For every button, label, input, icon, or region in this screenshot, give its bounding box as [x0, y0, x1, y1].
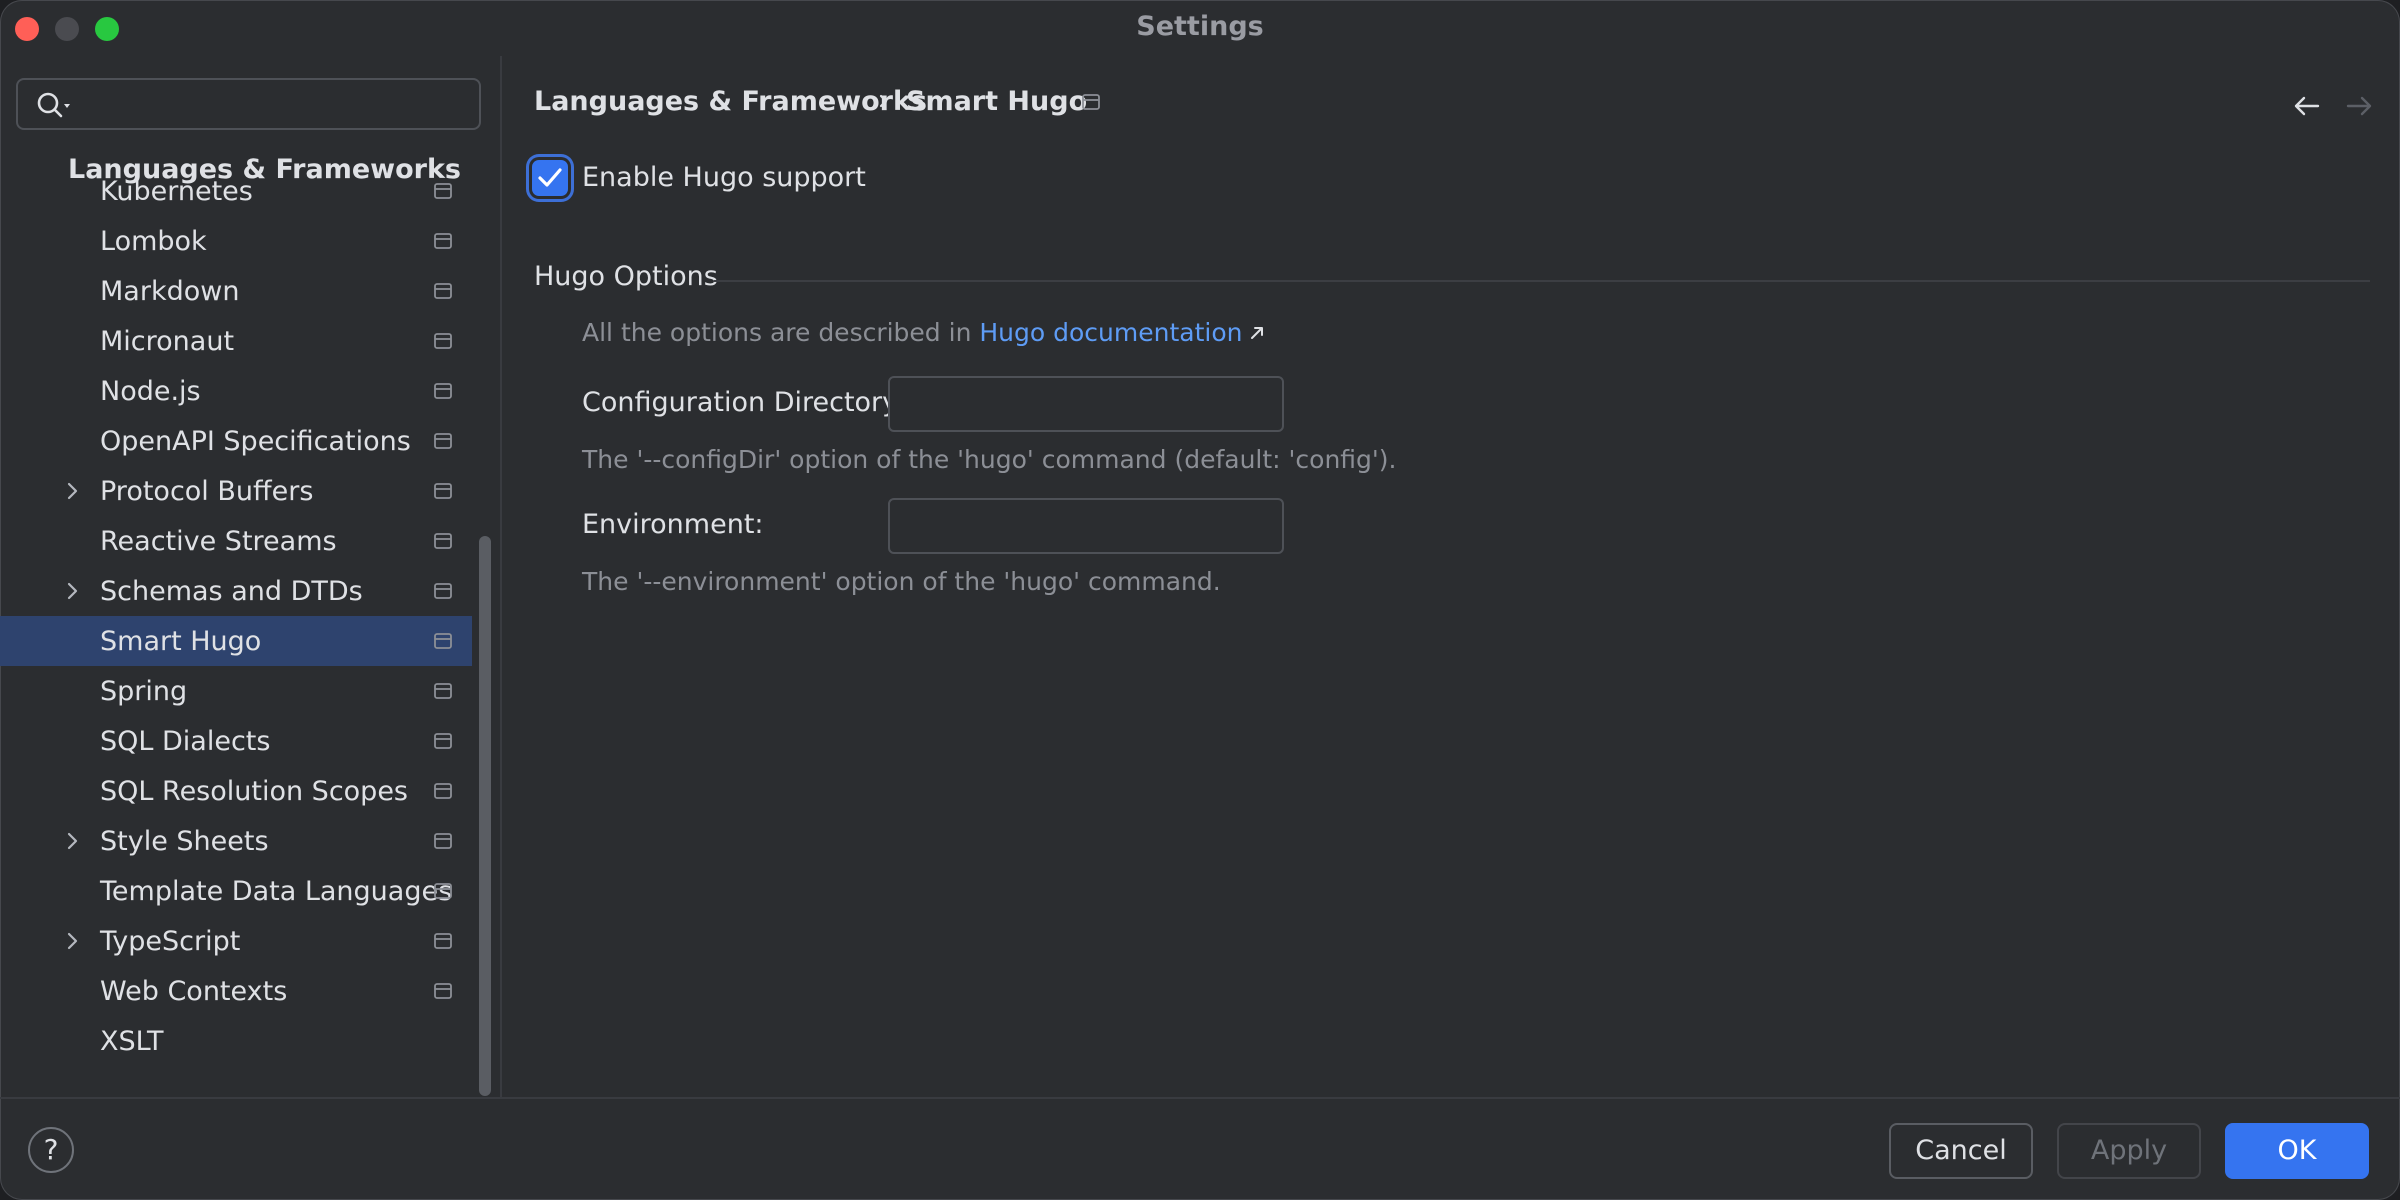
sidebar-item-micronaut[interactable]: Micronaut — [0, 316, 472, 366]
sidebar-item-label: Web Contexts — [100, 976, 288, 1007]
description-text: All the options are described in — [582, 318, 972, 347]
configuration-directory-input[interactable] — [888, 376, 1284, 432]
sidebar-item-label: OpenAPI Specifications — [100, 426, 411, 457]
sidebar-item-xslt[interactable]: XSLT — [0, 1016, 472, 1066]
sidebar-item-label: Protocol Buffers — [100, 476, 314, 507]
help-button[interactable]: ? — [28, 1127, 74, 1173]
environment-hint: The '--environment' option of the 'hugo'… — [582, 567, 1221, 596]
sidebar-item-label: Smart Hugo — [100, 626, 262, 657]
environment-input[interactable] — [888, 498, 1284, 554]
hugo-options-title: Hugo Options — [534, 261, 718, 292]
enable-hugo-label[interactable]: Enable Hugo support — [582, 162, 866, 193]
project-settings-icon — [1082, 94, 1100, 110]
ok-button[interactable]: OK — [2225, 1123, 2369, 1179]
chevron-right-icon[interactable] — [64, 831, 82, 851]
sidebar-item-label: Template Data Languages — [100, 876, 453, 907]
project-settings-icon — [434, 183, 452, 199]
sidebar-item-openapi-specifications[interactable]: OpenAPI Specifications — [0, 416, 472, 466]
sidebar-item-protocol-buffers[interactable]: Protocol Buffers — [0, 466, 472, 516]
sidebar-item-label: SQL Resolution Scopes — [100, 776, 408, 807]
sidebar-item-smart-hugo[interactable]: Smart Hugo — [0, 616, 472, 666]
sidebar-item-label: Markdown — [100, 276, 240, 307]
external-link-icon[interactable] — [1248, 319, 1266, 339]
sidebar-item-sql-dialects[interactable]: SQL Dialects — [0, 716, 472, 766]
sidebar-item-label: Spring — [100, 676, 188, 707]
sidebar-item-lombok[interactable]: Lombok — [0, 216, 472, 266]
project-settings-icon — [434, 233, 452, 249]
search-input[interactable] — [80, 80, 474, 130]
sidebar-item-label: Kubernetes — [100, 176, 253, 207]
apply-button[interactable]: Apply — [2057, 1123, 2201, 1179]
settings-tree: Kubernetes Lombok Markdown Micronaut Nod… — [0, 166, 472, 1066]
sidebar-item-reactive-streams[interactable]: Reactive Streams — [0, 516, 472, 566]
settings-sidebar: Languages & Frameworks Kubernetes Lombok… — [0, 56, 502, 1097]
project-settings-icon — [434, 283, 452, 299]
dialog-footer: ? Cancel Apply OK — [0, 1097, 2400, 1200]
project-settings-icon — [434, 883, 452, 899]
sidebar-item-spring[interactable]: Spring — [0, 666, 472, 716]
settings-window: Settings Languages & Frameworks Kubernet… — [0, 0, 2400, 1200]
search-icon[interactable] — [36, 91, 76, 121]
project-settings-icon — [434, 983, 452, 999]
sidebar-item-label: Micronaut — [100, 326, 235, 357]
sidebar-item-kubernetes[interactable]: Kubernetes — [0, 166, 472, 216]
project-settings-icon — [434, 433, 452, 449]
sidebar-item-template-data-languages[interactable]: Template Data Languages — [0, 866, 472, 916]
breadcrumb-current: Smart Hugo — [906, 86, 1088, 117]
chevron-right-icon[interactable] — [64, 931, 82, 951]
back-arrow-icon[interactable] — [2292, 94, 2322, 118]
sidebar-item-schemas-and-dtds[interactable]: Schemas and DTDs — [0, 566, 472, 616]
project-settings-icon — [434, 783, 452, 799]
sidebar-item-nodejs[interactable]: Node.js — [0, 366, 472, 416]
project-settings-icon — [434, 533, 452, 549]
sidebar-item-label: XSLT — [100, 1026, 164, 1057]
project-settings-icon — [434, 933, 452, 949]
project-settings-icon — [434, 333, 452, 349]
search-box[interactable] — [16, 78, 481, 130]
sidebar-item-label: Reactive Streams — [100, 526, 337, 557]
hugo-documentation-link[interactable]: Hugo documentation — [979, 318, 1242, 347]
project-settings-icon — [434, 583, 452, 599]
settings-content: Languages & Frameworks Smart Hugo Enable… — [502, 56, 2400, 1097]
sidebar-item-label: Node.js — [100, 376, 201, 407]
enable-hugo-checkbox[interactable] — [532, 160, 568, 196]
environment-label: Environment: — [582, 509, 764, 540]
sidebar-item-label: TypeScript — [100, 926, 241, 957]
sidebar-item-style-sheets[interactable]: Style Sheets — [0, 816, 472, 866]
breadcrumb-parent[interactable]: Languages & Frameworks — [534, 86, 927, 117]
window-title: Settings — [1136, 11, 1264, 42]
project-settings-icon — [434, 383, 452, 399]
section-divider — [714, 280, 2370, 282]
forward-arrow-icon[interactable] — [2344, 94, 2374, 118]
chevron-right-icon[interactable] — [64, 581, 82, 601]
project-settings-icon — [434, 683, 452, 699]
sidebar-item-web-contexts[interactable]: Web Contexts — [0, 966, 472, 1016]
title-bar: Settings — [0, 0, 2400, 56]
project-settings-icon — [434, 833, 452, 849]
options-description: All the options are described in Hugo do… — [582, 318, 1266, 347]
sidebar-item-markdown[interactable]: Markdown — [0, 266, 472, 316]
breadcrumb-separator-icon — [876, 90, 892, 112]
project-settings-icon — [434, 483, 452, 499]
sidebar-scrollbar[interactable] — [479, 536, 491, 1096]
sidebar-item-label: Style Sheets — [100, 826, 269, 857]
sidebar-item-label: SQL Dialects — [100, 726, 271, 757]
cancel-button[interactable]: Cancel — [1889, 1123, 2033, 1179]
sidebar-item-label: Schemas and DTDs — [100, 576, 363, 607]
configuration-directory-label: Configuration Directory: — [582, 387, 906, 418]
sidebar-item-label: Lombok — [100, 226, 207, 257]
project-settings-icon — [434, 633, 452, 649]
sidebar-item-typescript[interactable]: TypeScript — [0, 916, 472, 966]
sidebar-item-sql-resolution-scopes[interactable]: SQL Resolution Scopes — [0, 766, 472, 816]
project-settings-icon — [434, 733, 452, 749]
chevron-right-icon[interactable] — [64, 481, 82, 501]
configuration-directory-hint: The '--configDir' option of the 'hugo' c… — [582, 445, 1397, 474]
